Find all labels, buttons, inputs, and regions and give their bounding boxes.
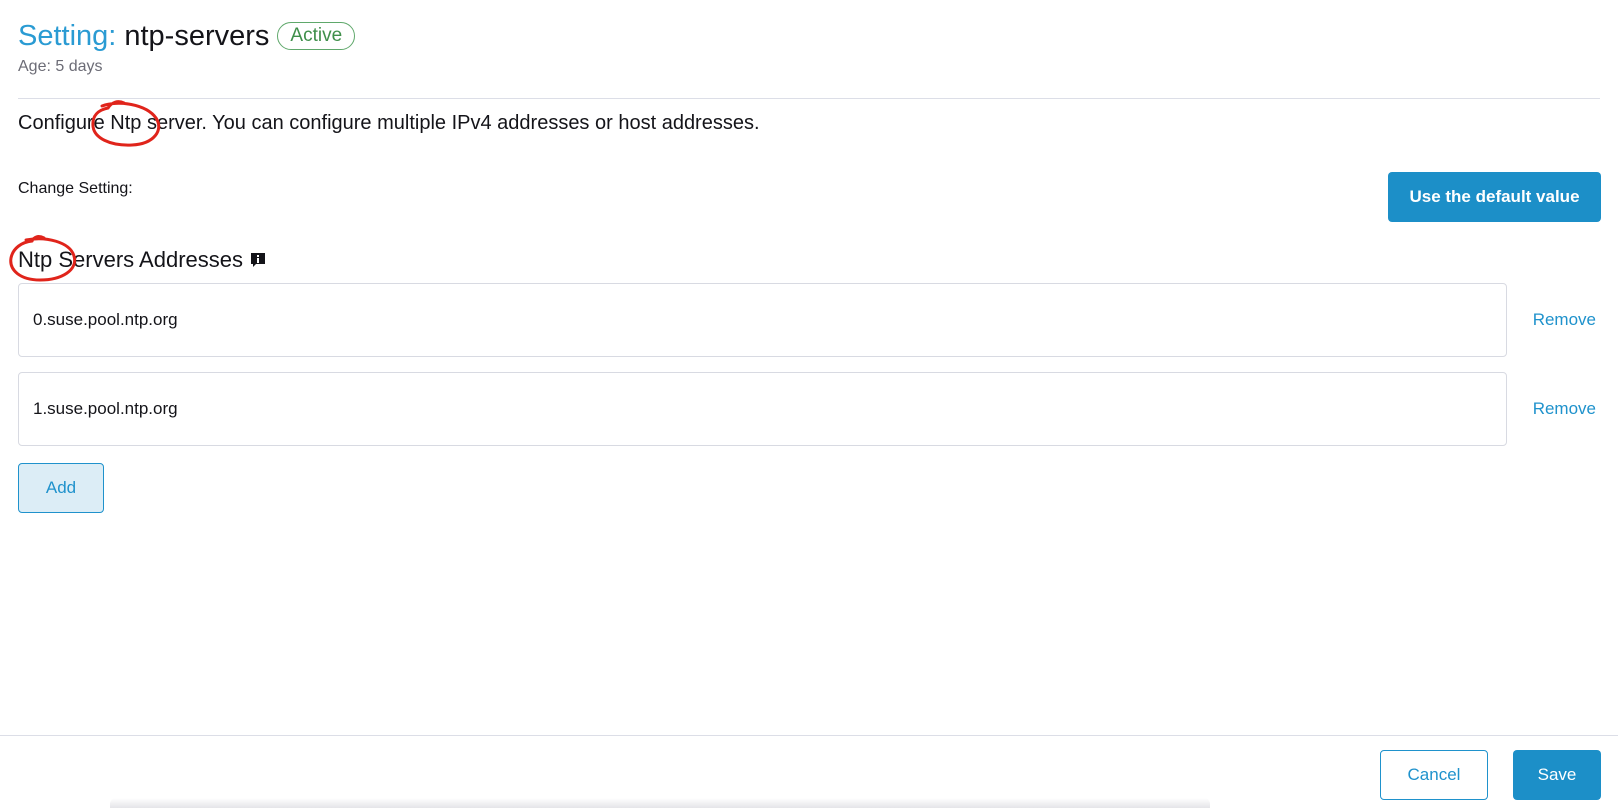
setting-name: ntp-servers	[124, 19, 270, 52]
section-heading: Ntp Servers Addresses	[18, 244, 267, 276]
remove-address-link[interactable]: Remove	[1533, 399, 1596, 419]
cancel-button[interactable]: Cancel	[1380, 750, 1488, 800]
change-setting-label: Change Setting:	[18, 180, 133, 197]
ntp-address-value: 0.suse.pool.ntp.org	[33, 310, 178, 329]
ntp-address-input[interactable]: 0.suse.pool.ntp.org	[18, 283, 1507, 357]
save-button[interactable]: Save	[1513, 750, 1601, 800]
use-default-value-button[interactable]: Use the default value	[1388, 172, 1601, 222]
page-title: Setting: ntp-servers Active	[18, 16, 356, 56]
age-label: Age: 5 days	[18, 58, 103, 75]
header-divider	[18, 98, 1600, 99]
remove-address-link[interactable]: Remove	[1533, 310, 1596, 330]
ntp-address-value: 1.suse.pool.ntp.org	[33, 399, 178, 418]
info-icon[interactable]	[249, 251, 267, 269]
status-badge: Active	[277, 22, 356, 50]
add-address-button[interactable]: Add	[18, 463, 104, 513]
title-prefix: Setting:	[18, 19, 117, 52]
ntp-address-input[interactable]: 1.suse.pool.ntp.org	[18, 372, 1507, 446]
section-heading-text: Ntp Servers Addresses	[18, 247, 243, 272]
footer-shadow	[110, 798, 1210, 808]
setting-description: Configure Ntp server. You can configure …	[18, 112, 760, 134]
footer-divider	[0, 735, 1618, 736]
